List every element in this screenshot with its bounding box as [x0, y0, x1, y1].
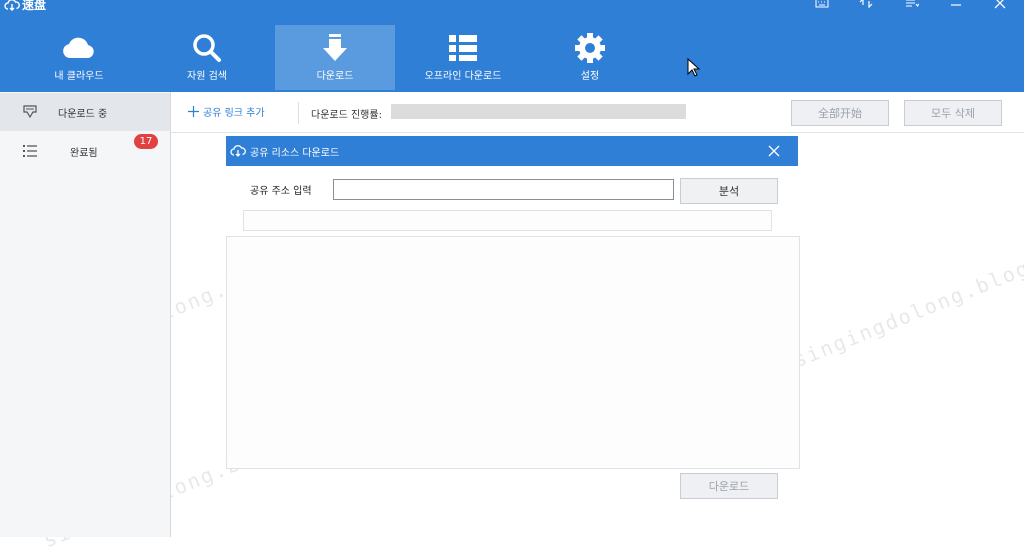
dialog-title-bar: 공유 리소스 다운로드	[226, 136, 798, 166]
completed-count-badge: 17	[134, 134, 158, 149]
sidebar-item-label: 다운로드 중	[58, 108, 108, 120]
tab-settings[interactable]: 설정	[530, 25, 650, 90]
cloud-download-icon	[230, 145, 246, 157]
tab-resource-search[interactable]: 자원 검색	[147, 25, 267, 90]
close-icon	[768, 145, 780, 157]
search-icon	[193, 34, 221, 62]
mouse-cursor-icon	[687, 58, 701, 77]
download-button[interactable]: 다운로드	[680, 473, 778, 499]
app-title-bar: 速盘	[4, 0, 46, 13]
sidebar-item-label: 완료됨	[70, 147, 98, 159]
minimize-button[interactable]	[942, 0, 970, 12]
plus-icon	[188, 106, 199, 117]
list-grid-icon	[449, 35, 477, 61]
close-icon	[994, 0, 1006, 9]
share-download-dialog: 공유 리소스 다운로드 공유 주소 입력 분석	[226, 136, 800, 469]
progress-label: 다운로드 진행률:	[311, 110, 382, 121]
add-share-link-button[interactable]: 공유 링크 추가	[188, 104, 265, 119]
download-tray-icon	[23, 105, 37, 119]
share-url-input[interactable]	[333, 179, 674, 200]
share-url-label: 공유 주소 입력	[250, 186, 312, 197]
dialog-title: 공유 리소스 다운로드	[250, 148, 340, 159]
menu-icon	[906, 0, 919, 7]
keyboard-button[interactable]	[808, 0, 836, 12]
app-title: 速盘	[22, 0, 47, 12]
sidebar-item-downloading[interactable]: 다운로드 중	[0, 93, 170, 131]
tab-label: 설정	[580, 71, 600, 82]
tab-offline-download[interactable]: 오프라인 다운로드	[403, 25, 523, 90]
add-share-link-label: 공유 링크 추가	[203, 108, 265, 119]
start-all-button[interactable]: 全部开始	[791, 100, 889, 126]
cloud-icon	[63, 37, 94, 58]
dialog-close-button[interactable]	[764, 142, 784, 160]
file-list-panel[interactable]	[226, 236, 800, 469]
tab-my-cloud[interactable]: 내 클라우드	[19, 25, 139, 90]
menu-button[interactable]	[898, 0, 926, 12]
download-arrow-icon	[323, 34, 347, 61]
close-window-button[interactable]	[986, 0, 1014, 12]
overall-progress-bar	[391, 104, 686, 119]
analysis-result-bar	[243, 210, 772, 231]
toolbar-divider	[298, 102, 299, 124]
sync-icon	[859, 0, 873, 8]
minimize-icon	[951, 4, 961, 6]
sync-button[interactable]	[852, 0, 880, 12]
delete-all-button[interactable]: 모두 삭제	[904, 100, 1002, 126]
tab-download[interactable]: 다운로드	[275, 25, 395, 90]
analyze-button[interactable]: 분석	[680, 178, 778, 204]
tab-label: 내 클라우드	[54, 71, 104, 82]
tab-label: 다운로드	[316, 71, 354, 82]
tab-label: 자원 검색	[187, 71, 227, 82]
gear-icon	[575, 33, 605, 63]
watermark: singingdolong.blogspot.com	[790, 213, 1024, 373]
tab-label: 오프라인 다운로드	[424, 71, 502, 82]
list-icon	[23, 145, 37, 157]
cloud-download-icon	[4, 0, 20, 11]
keyboard-icon	[815, 0, 829, 8]
